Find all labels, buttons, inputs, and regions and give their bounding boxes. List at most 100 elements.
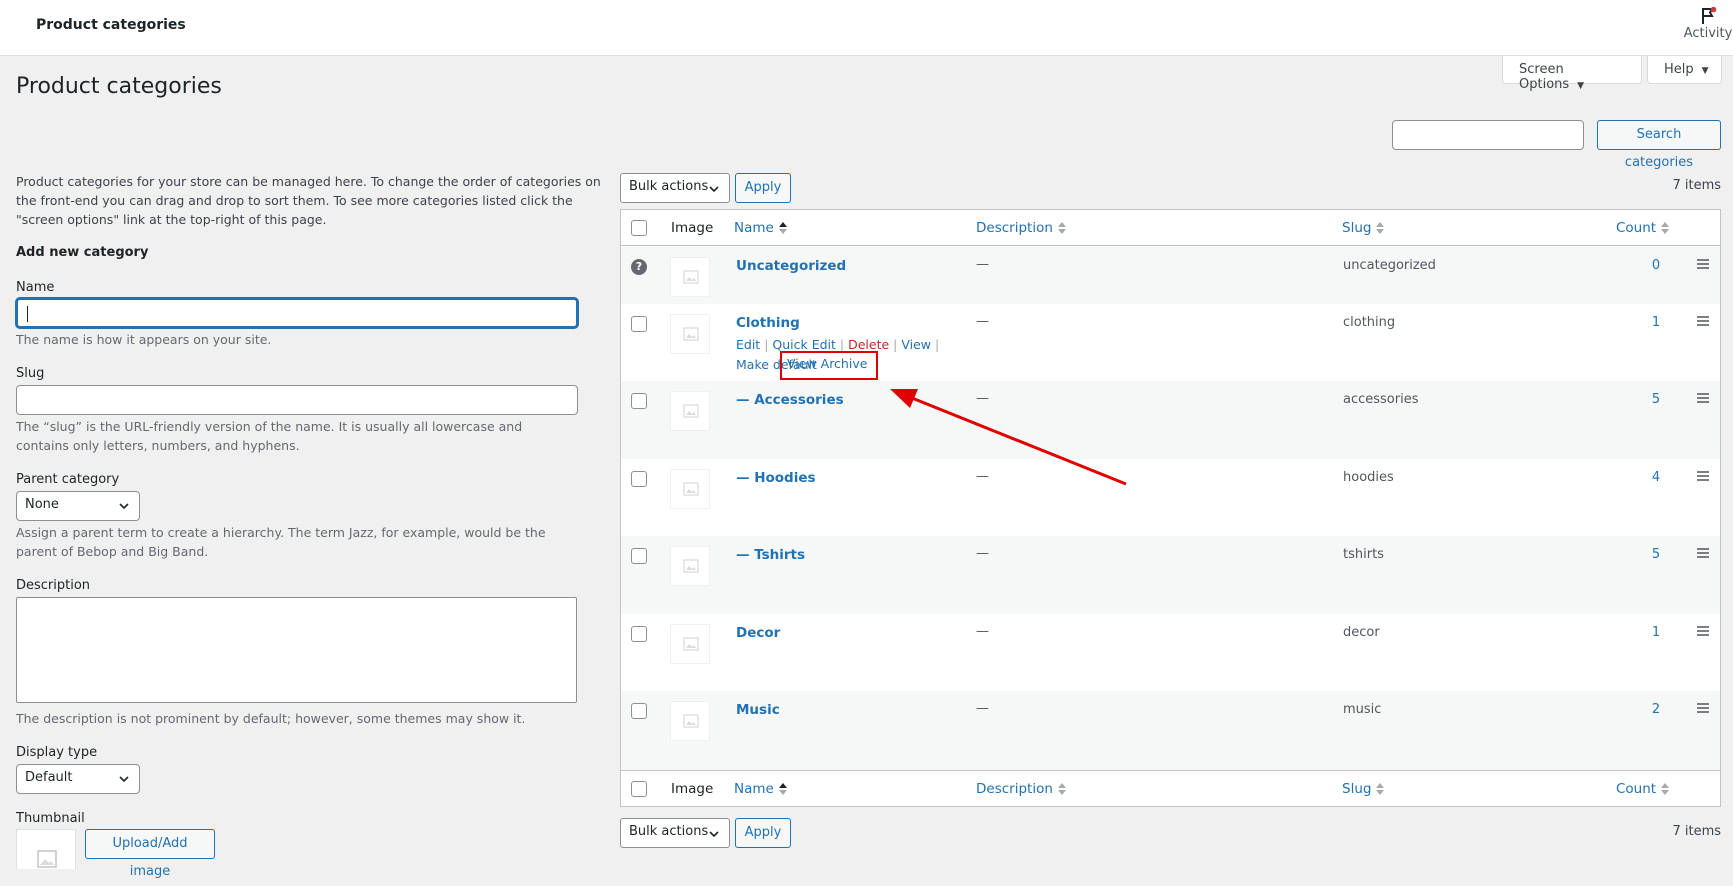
drag-handle-icon[interactable] bbox=[1697, 471, 1709, 481]
display-type-value: Default bbox=[25, 770, 73, 785]
column-description[interactable]: Description bbox=[976, 781, 1067, 797]
column-description[interactable]: Description bbox=[976, 220, 1067, 236]
help-button[interactable]: Help ▼ bbox=[1647, 56, 1722, 84]
category-count-link[interactable]: 2 bbox=[1641, 702, 1671, 717]
select-all-checkbox[interactable] bbox=[631, 220, 647, 236]
category-image bbox=[670, 314, 710, 354]
table-row[interactable]: — Tshirts — tshirts 5 bbox=[621, 536, 1720, 614]
column-name-label: Name bbox=[734, 220, 774, 236]
category-count-link[interactable]: 5 bbox=[1641, 392, 1671, 407]
sort-asc-icon bbox=[778, 783, 787, 795]
sort-icon bbox=[1376, 222, 1385, 234]
delete-link[interactable]: Delete bbox=[848, 337, 889, 352]
row-checkbox[interactable] bbox=[631, 703, 647, 719]
row-checkbox[interactable] bbox=[631, 548, 647, 564]
image-placeholder-icon bbox=[683, 404, 699, 418]
activity-button[interactable]: Activity bbox=[1683, 4, 1733, 41]
drag-handle-icon[interactable] bbox=[1697, 548, 1709, 558]
bulk-actions-select-top[interactable]: Bulk actions bbox=[620, 173, 730, 203]
category-count-link[interactable]: 0 bbox=[1641, 258, 1671, 273]
column-slug[interactable]: Slug bbox=[1342, 781, 1385, 797]
slug-hint: The “slug” is the URL-friendly version o… bbox=[16, 419, 523, 453]
view-link[interactable]: View bbox=[901, 337, 931, 352]
category-name-link[interactable]: Clothing bbox=[736, 315, 800, 331]
apply-button-top[interactable]: Apply bbox=[735, 173, 791, 203]
edit-link[interactable]: Edit bbox=[736, 337, 760, 352]
category-name-link[interactable]: Decor bbox=[736, 625, 780, 641]
category-count-link[interactable]: 1 bbox=[1641, 315, 1671, 330]
flag-icon bbox=[1702, 6, 1717, 24]
add-category-heading: Add new category bbox=[16, 245, 149, 260]
table-header: Image Name Description Slug Count bbox=[621, 210, 1720, 246]
row-checkbox[interactable] bbox=[631, 471, 647, 487]
row-checkbox[interactable] bbox=[631, 316, 647, 332]
bulk-actions-select-bottom[interactable]: Bulk actions bbox=[620, 818, 730, 848]
image-placeholder-icon bbox=[683, 714, 699, 728]
column-name[interactable]: Name bbox=[734, 220, 788, 236]
column-slug[interactable]: Slug bbox=[1342, 220, 1385, 236]
column-name-label: Name bbox=[734, 781, 774, 797]
category-image bbox=[670, 701, 710, 741]
category-name-link[interactable]: Uncategorized bbox=[736, 258, 846, 274]
display-type-select[interactable]: Default bbox=[16, 764, 140, 794]
table-row[interactable]: Music — music 2 bbox=[621, 691, 1720, 770]
table-footer: Image Name Description Slug Count bbox=[621, 770, 1720, 806]
question-icon: ? bbox=[631, 259, 647, 275]
category-count-link[interactable]: 1 bbox=[1641, 625, 1671, 640]
column-name[interactable]: Name bbox=[734, 781, 788, 797]
table-row[interactable]: ? Uncategorized — uncategorized 0 bbox=[621, 247, 1720, 304]
items-count-top: 7 items bbox=[1672, 178, 1721, 193]
column-count[interactable]: Count bbox=[1616, 220, 1670, 236]
screen-options-button[interactable]: Screen Options ▼ bbox=[1502, 56, 1642, 92]
category-count-link[interactable]: 5 bbox=[1641, 547, 1671, 562]
category-name-link[interactable]: — Hoodies bbox=[736, 470, 816, 486]
select-all-checkbox[interactable] bbox=[631, 781, 647, 797]
column-slug-label: Slug bbox=[1342, 220, 1372, 236]
slug-field[interactable] bbox=[16, 385, 578, 415]
sort-icon bbox=[1661, 222, 1670, 234]
thumbnail-label: Thumbnail bbox=[16, 811, 85, 826]
column-image: Image bbox=[671, 220, 714, 236]
category-count-link[interactable]: 4 bbox=[1641, 470, 1671, 485]
activity-label: Activity bbox=[1683, 26, 1733, 41]
page-title: Product categories bbox=[16, 74, 222, 99]
search-input[interactable] bbox=[1392, 120, 1584, 150]
parent-category-select[interactable]: None bbox=[16, 491, 140, 521]
drag-handle-icon[interactable] bbox=[1697, 259, 1709, 269]
column-count[interactable]: Count bbox=[1616, 781, 1670, 797]
description-textarea[interactable] bbox=[16, 597, 577, 703]
column-count-label: Count bbox=[1616, 781, 1657, 797]
table-row[interactable]: Clothing Edit | Quick Edit | Delete | Vi… bbox=[621, 304, 1720, 381]
category-description: — bbox=[976, 314, 989, 329]
image-placeholder-icon bbox=[683, 327, 699, 341]
drag-handle-icon[interactable] bbox=[1697, 316, 1709, 326]
category-description: — bbox=[976, 391, 989, 406]
category-image bbox=[670, 469, 710, 509]
name-field[interactable] bbox=[16, 298, 578, 328]
row-checkbox[interactable] bbox=[631, 626, 647, 642]
table-row[interactable]: — Hoodies — hoodies 4 bbox=[621, 459, 1720, 536]
category-slug: hoodies bbox=[1343, 470, 1394, 485]
drag-handle-icon[interactable] bbox=[1697, 626, 1709, 636]
drag-handle-icon[interactable] bbox=[1697, 703, 1709, 713]
bulk-actions-label: Bulk actions bbox=[629, 179, 709, 194]
drag-handle-icon[interactable] bbox=[1697, 393, 1709, 403]
category-image bbox=[670, 391, 710, 431]
upload-image-button[interactable]: Upload/Add image bbox=[85, 829, 215, 879]
sort-icon bbox=[1661, 783, 1670, 795]
table-row[interactable]: — Accessories — accessories 5 bbox=[621, 381, 1720, 459]
search-categories-button[interactable]: Search categories bbox=[1597, 120, 1721, 170]
category-name-link[interactable]: — Accessories bbox=[736, 392, 844, 408]
category-slug: clothing bbox=[1343, 315, 1396, 330]
category-image bbox=[670, 546, 710, 586]
items-count-bottom: 7 items bbox=[1672, 824, 1721, 839]
table-row[interactable]: Decor — decor 1 bbox=[621, 614, 1720, 691]
quick-edit-link[interactable]: Quick Edit bbox=[772, 337, 836, 352]
category-name-link[interactable]: — Tshirts bbox=[736, 547, 805, 563]
row-checkbox[interactable] bbox=[631, 393, 647, 409]
category-description: — bbox=[976, 701, 989, 716]
view-archive-link[interactable]: View Archive bbox=[780, 351, 878, 380]
category-name-link[interactable]: Music bbox=[736, 702, 780, 718]
sort-icon bbox=[1057, 222, 1066, 234]
apply-button-bottom[interactable]: Apply bbox=[735, 818, 791, 848]
